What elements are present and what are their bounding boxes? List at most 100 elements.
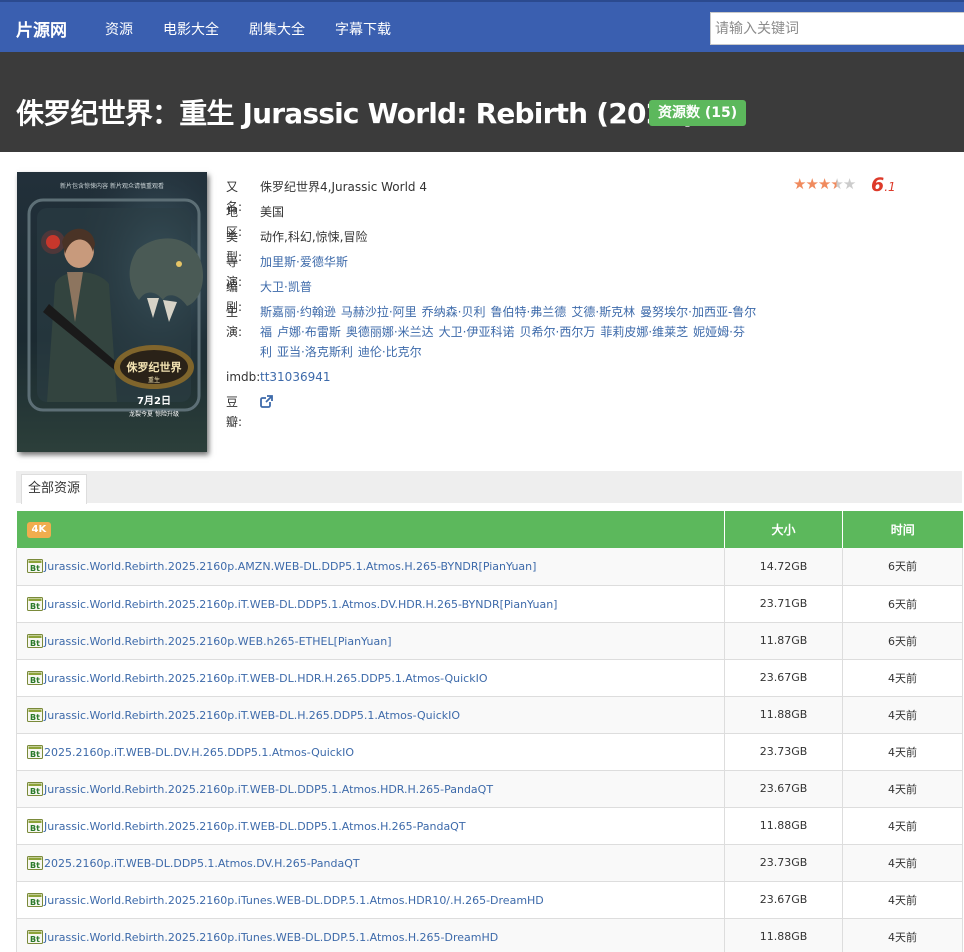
table-row: Bt Jurassic.World.Rebirth.2025.2160p.iT.W… bbox=[16, 770, 963, 808]
rating-score: 6.1 bbox=[871, 174, 896, 196]
size-cell: 11.87GB bbox=[724, 622, 843, 660]
search-input[interactable] bbox=[710, 12, 964, 45]
resource-name-cell: Bt Jurassic.World.Rebirth.2025.2160p.iT.W… bbox=[16, 696, 725, 734]
resource-link[interactable]: Jurassic.World.Rebirth.2025.2160p.AMZN.W… bbox=[44, 560, 536, 573]
resource-table: 4K 大小 时间 Bt Jurassic.World.Rebirth.2025.2… bbox=[16, 511, 963, 952]
nav-item-resources[interactable]: 资源 bbox=[105, 19, 133, 39]
resource-link[interactable]: Jurassic.World.Rebirth.2025.2160p.iT.WEB… bbox=[44, 709, 460, 722]
size-cell: 23.67GB bbox=[724, 659, 843, 697]
poster-art: 侏罗纪世界 重生 7月2日 龙裂今夏 惊险升级 新片包含惊悚内容 新片观众请慎重… bbox=[17, 172, 207, 452]
nav-item-series[interactable]: 剧集大全 bbox=[249, 19, 305, 39]
resource-count-badge: 资源数 (15) bbox=[649, 100, 747, 126]
nav-item-subtitles[interactable]: 字幕下载 bbox=[335, 19, 391, 39]
site-logo[interactable]: 片源网 bbox=[16, 16, 67, 41]
table-row: Bt 2025.2160p.iT.WEB-DL.DV.H.265.DDP5.1.A… bbox=[16, 733, 963, 771]
movie-poster[interactable]: 侏罗纪世界 重生 7月2日 龙裂今夏 惊险升级 新片包含惊悚内容 新片观众请慎重… bbox=[17, 172, 207, 452]
table-header: 4K 大小 时间 bbox=[16, 511, 963, 548]
svg-text:Bt: Bt bbox=[30, 935, 40, 944]
resource-name-cell: Bt 2025.2160p.iT.WEB-DL.DDP5.1.Atmos.DV.H… bbox=[16, 844, 725, 882]
cast-link[interactable]: 艾德·斯克林 bbox=[571, 305, 635, 319]
time-cell: 6天前 bbox=[842, 622, 963, 660]
quality-header: 4K bbox=[16, 511, 725, 548]
resource-name-cell: Bt Jurassic.World.Rebirth.2025.2160p.iTun… bbox=[16, 881, 725, 919]
size-cell: 11.88GB bbox=[724, 918, 843, 952]
svg-text:Bt: Bt bbox=[30, 787, 40, 796]
resource-name-cell: Bt Jurassic.World.Rebirth.2025.2160p.iT.W… bbox=[16, 807, 725, 845]
resource-name-cell: Bt Jurassic.World.Rebirth.2025.2160p.iTun… bbox=[16, 918, 725, 952]
time-cell: 4天前 bbox=[842, 659, 963, 697]
resource-link[interactable]: Jurassic.World.Rebirth.2025.2160p.iT.WEB… bbox=[44, 598, 557, 611]
imdb-link[interactable]: tt31036941 bbox=[260, 367, 331, 387]
star-half-icon: ★ bbox=[830, 175, 843, 193]
quality-badge: 4K bbox=[26, 522, 52, 538]
nav-item-movies[interactable]: 电影大全 bbox=[163, 19, 219, 39]
table-row: Bt Jurassic.World.Rebirth.2025.2160p.iTun… bbox=[16, 881, 963, 919]
poster-tagline: 龙裂今夏 惊险升级 bbox=[129, 410, 179, 418]
star-icon: ★ bbox=[817, 175, 831, 193]
resource-name-cell: Bt Jurassic.World.Rebirth.2025.2160p.iT.W… bbox=[16, 585, 725, 623]
cast-link[interactable]: 斯嘉丽·约翰逊 bbox=[260, 305, 336, 319]
cast-link[interactable]: 卢娜·布雷斯 bbox=[277, 325, 341, 339]
size-cell: 23.71GB bbox=[724, 585, 843, 623]
resource-name-cell: Bt Jurassic.World.Rebirth.2025.2160p.iT.W… bbox=[16, 659, 725, 697]
douban-link[interactable] bbox=[260, 392, 273, 412]
bt-torrent-icon: Bt bbox=[27, 670, 43, 685]
svg-text:Bt: Bt bbox=[30, 750, 40, 759]
table-row: Bt 2025.2160p.iT.WEB-DL.DDP5.1.Atmos.DV.H… bbox=[16, 844, 963, 882]
cast-link[interactable]: 鲁伯特·弗兰德 bbox=[490, 305, 566, 319]
resource-name-cell: Bt Jurassic.World.Rebirth.2025.2160p.WEB.… bbox=[16, 622, 725, 660]
director-link[interactable]: 加里斯·爱德华斯 bbox=[260, 252, 348, 272]
bt-torrent-icon: Bt bbox=[27, 892, 43, 907]
writer-link[interactable]: 大卫·凯普 bbox=[260, 277, 312, 297]
bt-torrent-icon: Bt bbox=[27, 559, 43, 574]
star-icon: ★ bbox=[842, 175, 856, 193]
cast-link[interactable]: 大卫·伊亚科诺 bbox=[439, 325, 515, 339]
cast-link[interactable]: 奥德丽娜·米兰达 bbox=[346, 325, 434, 339]
cast-link[interactable]: 马赫沙拉·阿里 bbox=[341, 305, 417, 319]
poster-release-date: 7月2日 bbox=[137, 395, 171, 407]
resource-link[interactable]: Jurassic.World.Rebirth.2025.2160p.WEB.h2… bbox=[44, 635, 392, 648]
table-row: Bt Jurassic.World.Rebirth.2025.2160p.iT.W… bbox=[16, 807, 963, 845]
resource-link[interactable]: Jurassic.World.Rebirth.2025.2160p.iT.WEB… bbox=[44, 783, 493, 796]
poster-logo-text: 侏罗纪世界 bbox=[127, 360, 182, 374]
resource-link[interactable]: 2025.2160p.iT.WEB-DL.DV.H.265.DDP5.1.Atm… bbox=[44, 746, 354, 759]
time-cell: 6天前 bbox=[842, 548, 963, 586]
size-cell: 23.67GB bbox=[724, 881, 843, 919]
cast-link[interactable]: 亚当·洛克斯利 bbox=[277, 345, 353, 359]
region-value: 美国 bbox=[260, 205, 285, 219]
size-cell: 14.72GB bbox=[724, 548, 843, 586]
tab-all-resources[interactable]: 全部资源 bbox=[21, 474, 88, 504]
resource-link[interactable]: Jurassic.World.Rebirth.2025.2160p.iTunes… bbox=[44, 894, 544, 907]
top-navbar: 片源网 资源 电影大全 剧集大全 字幕下载 bbox=[0, 0, 964, 52]
table-row: Bt Jurassic.World.Rebirth.2025.2160p.AMZN… bbox=[16, 548, 963, 586]
cast-link[interactable]: 菲莉皮娜·维莱芝 bbox=[600, 325, 688, 339]
svg-text:Bt: Bt bbox=[30, 861, 40, 870]
resource-name-cell: Bt 2025.2160p.iT.WEB-DL.DV.H.265.DDP5.1.A… bbox=[16, 733, 725, 771]
table-row: Bt Jurassic.World.Rebirth.2025.2160p.WEB.… bbox=[16, 622, 963, 660]
resource-link[interactable]: Jurassic.World.Rebirth.2025.2160p.iTunes… bbox=[44, 931, 498, 944]
cast-link[interactable]: 贝希尔·西尔万 bbox=[520, 325, 596, 339]
bt-torrent-icon: Bt bbox=[27, 596, 43, 611]
table-row: Bt Jurassic.World.Rebirth.2025.2160p.iT.W… bbox=[16, 659, 963, 697]
cast-link[interactable]: 迪伦·比克尔 bbox=[358, 345, 422, 359]
svg-text:Bt: Bt bbox=[30, 898, 40, 907]
size-header: 大小 bbox=[724, 511, 843, 548]
genre-value: 动作,科幻,惊悚,冒险 bbox=[260, 230, 368, 244]
time-cell: 4天前 bbox=[842, 733, 963, 771]
svg-text:Bt: Bt bbox=[30, 824, 40, 833]
time-cell: 4天前 bbox=[842, 696, 963, 734]
resource-name-cell: Bt Jurassic.World.Rebirth.2025.2160p.AMZN… bbox=[16, 548, 725, 586]
table-row: Bt Jurassic.World.Rebirth.2025.2160p.iT.W… bbox=[16, 585, 963, 623]
resource-link[interactable]: Jurassic.World.Rebirth.2025.2160p.iT.WEB… bbox=[44, 672, 488, 685]
resource-link[interactable]: 2025.2160p.iT.WEB-DL.DDP5.1.Atmos.DV.H.2… bbox=[44, 857, 360, 870]
size-cell: 23.67GB bbox=[724, 770, 843, 808]
rating: ★★★★★ 6.1 bbox=[793, 174, 896, 196]
svg-text:Bt: Bt bbox=[30, 564, 40, 573]
resource-tabs: 全部资源 bbox=[16, 471, 962, 504]
resource-link[interactable]: Jurassic.World.Rebirth.2025.2160p.iT.WEB… bbox=[44, 820, 466, 833]
bt-torrent-icon: Bt bbox=[27, 633, 43, 648]
bt-torrent-icon: Bt bbox=[27, 855, 43, 870]
cast-link[interactable]: 乔纳森·贝利 bbox=[422, 305, 486, 319]
bt-torrent-icon: Bt bbox=[27, 818, 43, 833]
resource-name-cell: Bt Jurassic.World.Rebirth.2025.2160p.iT.W… bbox=[16, 770, 725, 808]
